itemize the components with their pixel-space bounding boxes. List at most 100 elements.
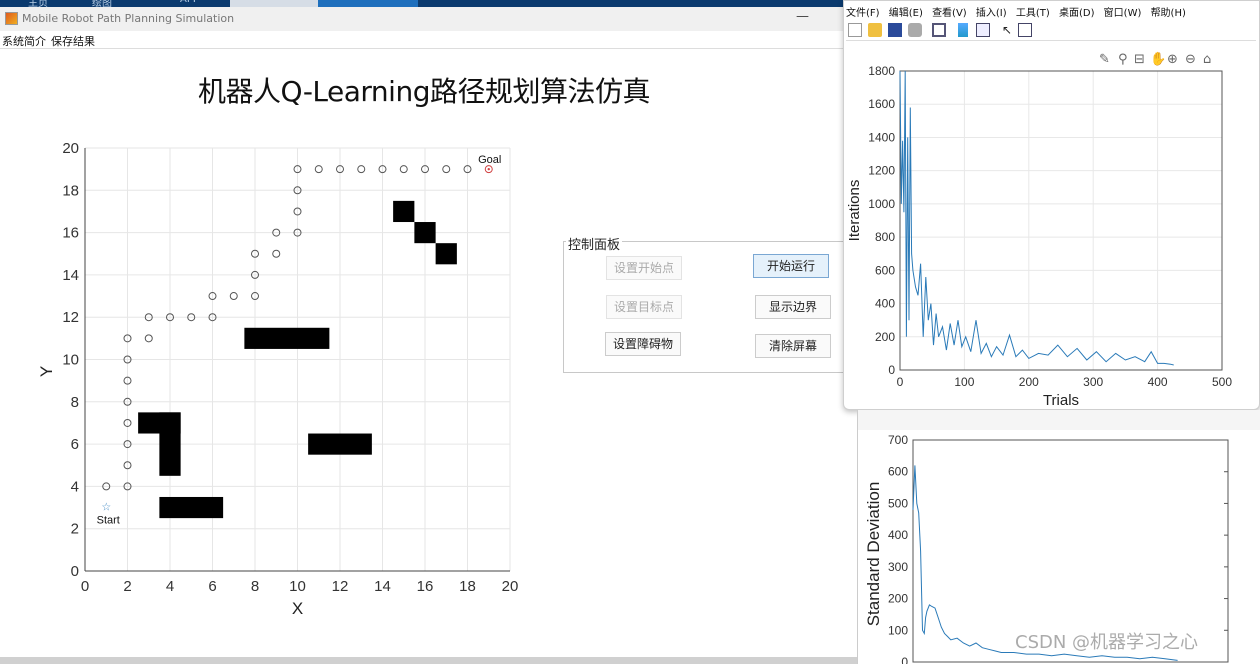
- tab-editor-active[interactable]: [230, 0, 318, 7]
- y-tick-label: 1400: [868, 130, 895, 144]
- y-tick-label: 1200: [868, 164, 895, 178]
- desktop-tabstrip: 主页 绘图 APP: [0, 0, 845, 9]
- y-tick-label: 0: [71, 563, 79, 580]
- y-tick-label: 0: [888, 363, 895, 377]
- watermark: CSDN @机器学习之心: [1015, 632, 1199, 653]
- y-tick-label: 4: [71, 478, 79, 495]
- save-icon[interactable]: [888, 23, 902, 37]
- menu-insert[interactable]: 插入(I): [976, 8, 1007, 19]
- iterations-plot: 0 100 200 300 400 500 0 200 400 600 800 1000 1200 140…: [846, 64, 1232, 409]
- status-bar: [0, 657, 857, 664]
- y-tick-label: 10: [62, 352, 79, 369]
- app-titlebar: Mobile Robot Path Planning Simulation —: [0, 7, 845, 31]
- y-tick-label: 1600: [868, 97, 895, 111]
- y-tick-label: 0: [901, 655, 908, 664]
- menu-tools[interactable]: 工具(T): [1016, 8, 1050, 19]
- y-tick-label: 16: [62, 225, 79, 242]
- y-tick-label: 8: [71, 394, 79, 411]
- link-plot-icon[interactable]: [932, 23, 946, 37]
- desktop-tab[interactable]: APP: [180, 0, 199, 5]
- legend-icon[interactable]: [976, 23, 990, 37]
- menu-help[interactable]: 帮助(H): [1151, 8, 1186, 19]
- obstacle: [393, 200, 415, 223]
- figure-window-iterations: 文件(F) 编辑(E) 查看(V) 插入(I) 工具(T) 桌面(D) 窗口(W…: [843, 0, 1260, 410]
- x-tick-label: 18: [459, 578, 476, 595]
- menu-save-results[interactable]: 保存结果: [51, 33, 95, 49]
- x-tick-label: 6: [208, 578, 216, 595]
- property-inspector-icon[interactable]: [1018, 23, 1032, 37]
- y-tick-label: 400: [888, 528, 908, 542]
- pointer-icon[interactable]: ↖: [1000, 23, 1014, 37]
- show-boundary-button[interactable]: 显示边界: [755, 295, 831, 319]
- colorbar-icon[interactable]: [958, 23, 968, 37]
- y-tick-label: 1000: [868, 197, 895, 211]
- control-panel-title: 控制面板: [566, 234, 623, 253]
- start-run-button[interactable]: 开始运行: [753, 254, 829, 278]
- y-tick-label: 400: [875, 297, 895, 311]
- y-axis-label: Standard Deviation: [864, 482, 883, 627]
- new-file-icon[interactable]: [848, 23, 862, 37]
- minimize-button[interactable]: —: [796, 9, 809, 24]
- y-tick-label: 700: [888, 433, 908, 447]
- menu-file[interactable]: 文件(F): [846, 8, 880, 19]
- menu-system-intro[interactable]: 系统简介: [2, 33, 46, 49]
- y-tick-label: 12: [62, 309, 79, 326]
- start-label: Start: [97, 515, 120, 527]
- y-tick-label: 18: [62, 182, 79, 199]
- y-tick-label: 800: [875, 230, 895, 244]
- open-folder-icon[interactable]: [868, 23, 882, 37]
- x-tick-label: 14: [374, 578, 391, 595]
- x-tick-label: 100: [954, 375, 974, 389]
- tab-publish[interactable]: [318, 0, 418, 7]
- x-tick-label: 0: [897, 375, 904, 389]
- menu-view[interactable]: 查看(V): [932, 8, 967, 19]
- clear-screen-button[interactable]: 清除屏幕: [755, 334, 831, 358]
- obstacle: [244, 327, 330, 349]
- set-start-button[interactable]: 设置开始点: [606, 256, 682, 280]
- set-obstacles-button[interactable]: 设置障碍物: [605, 332, 681, 356]
- obstacle: [159, 412, 181, 476]
- x-tick-label: 200: [1019, 375, 1039, 389]
- y-tick-label: 2: [71, 521, 79, 538]
- x-tick-label: 10: [289, 578, 306, 595]
- x-tick-label: 400: [1148, 375, 1168, 389]
- x-tick-label: 0: [81, 578, 89, 595]
- x-axis-label: Trials: [1043, 392, 1079, 409]
- y-tick-label: 1800: [868, 64, 895, 78]
- y-axis-label: Y: [37, 366, 56, 377]
- x-tick-label: 8: [251, 578, 259, 595]
- y-tick-label: 20: [62, 140, 79, 157]
- menu-edit[interactable]: 编辑(E): [889, 8, 923, 19]
- print-icon[interactable]: [908, 23, 922, 37]
- obstacle: [308, 433, 372, 455]
- y-tick-label: 200: [888, 592, 908, 606]
- set-goal-button[interactable]: 设置目标点: [606, 295, 682, 319]
- iterations-line: [899, 70, 1174, 366]
- x-tick-label: 20: [502, 578, 519, 595]
- axes-box: [899, 70, 1223, 371]
- figure-toolbar: ↖: [846, 21, 1256, 41]
- y-tick-label: 14: [62, 267, 79, 284]
- window-title: Mobile Robot Path Planning Simulation: [22, 12, 235, 25]
- path-planning-plot: 0 2 4 6 8 10 12 14 16 18 20 0 2 4 6 8 10 12 14 16 18 20 X Y ☆Sta…: [37, 140, 519, 618]
- y-axis-label: Iterations: [846, 180, 863, 242]
- x-tick-label: 300: [1083, 375, 1103, 389]
- x-tick-label: 2: [123, 578, 131, 595]
- x-axis-label: X: [292, 599, 303, 618]
- obstacle: [414, 222, 436, 244]
- page-title: 机器人Q-Learning路径规划算法仿真: [198, 75, 650, 108]
- y-tick-label: 300: [888, 560, 908, 574]
- menu-desktop[interactable]: 桌面(D): [1059, 8, 1095, 19]
- x-tick-label: 4: [166, 578, 174, 595]
- figure-window-stddev: 0 100 200 300 400 500 600 700 Standard Deviation: [857, 410, 1260, 668]
- y-tick-label: 200: [875, 330, 895, 344]
- obstacle: [435, 243, 457, 265]
- x-tick-label: 12: [332, 578, 349, 595]
- y-tick-label: 6: [71, 436, 79, 453]
- menu-window[interactable]: 窗口(W): [1104, 8, 1142, 19]
- app-menubar: 系统简介 保存结果: [0, 31, 845, 49]
- x-tick-label: 16: [417, 578, 434, 595]
- obstacle: [159, 496, 224, 519]
- y-tick-label: 600: [875, 263, 895, 277]
- x-tick-label: 500: [1212, 375, 1232, 389]
